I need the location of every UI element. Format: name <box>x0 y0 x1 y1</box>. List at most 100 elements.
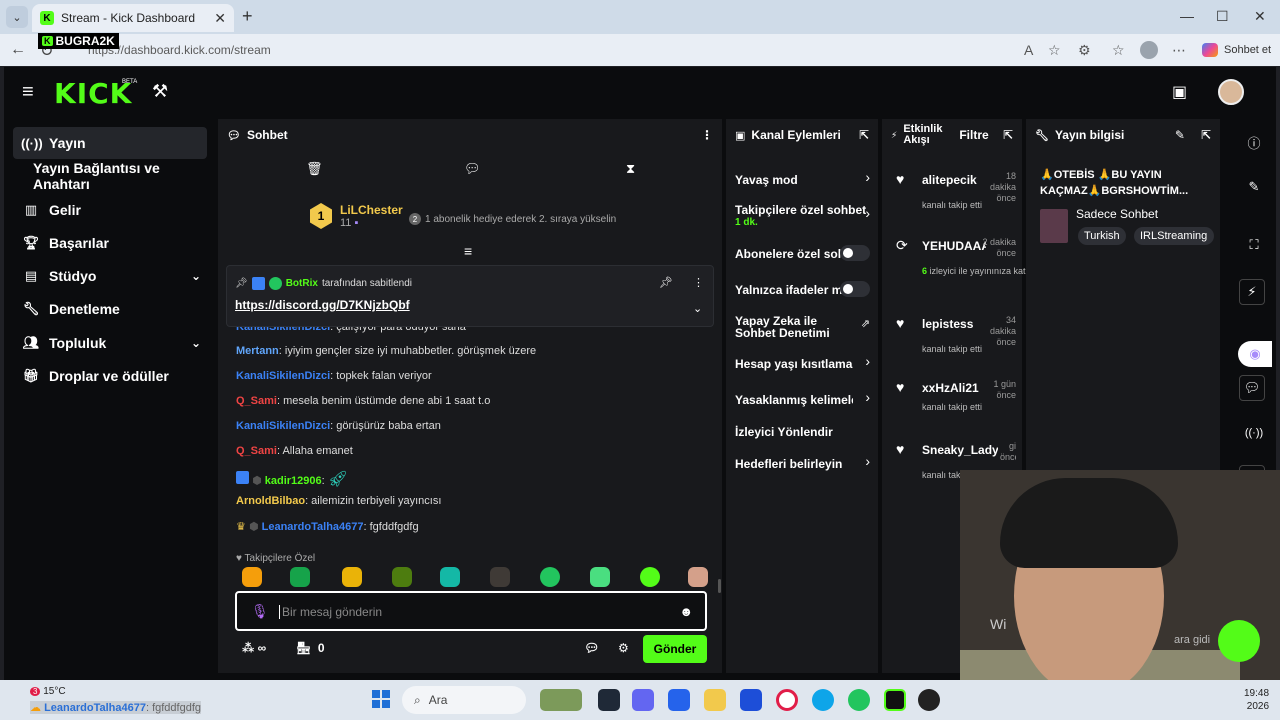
windows-start-icon[interactable] <box>372 690 390 708</box>
action-slow-mode[interactable]: Yavaş mod <box>735 173 869 187</box>
chat-settings-bubble-icon[interactable]: 💬︎ <box>584 641 599 655</box>
back-icon[interactable]: ← <box>10 41 26 59</box>
profile-avatar[interactable] <box>1140 41 1158 59</box>
opera-icon[interactable] <box>776 689 798 711</box>
pinned-link[interactable]: https://discord.gg/D7KNjzbQbf <box>235 298 410 312</box>
emote-icon[interactable] <box>490 567 510 587</box>
mail-icon[interactable] <box>740 689 762 711</box>
pinned-menu-icon[interactable]: ⋮ <box>693 276 704 289</box>
microphone-icon[interactable]: 🎙︎ <box>251 603 269 620</box>
kebab-menu-icon[interactable]: ⋮ <box>701 128 713 142</box>
action-banned-words[interactable]: Yasaklanmış kelimeler <box>735 393 853 407</box>
event-user[interactable]: alitepecik <box>922 173 986 187</box>
favorite-star-icon[interactable]: ☆ <box>1048 42 1061 59</box>
obs-icon[interactable] <box>918 689 940 711</box>
spotify-icon[interactable] <box>848 689 870 711</box>
action-followers-only[interactable]: Takipçilere özel sohbet 1 dk. <box>735 203 869 228</box>
event-user[interactable]: YEHUDAAA <box>922 239 986 253</box>
favorites-icon[interactable]: ☆ <box>1112 42 1125 59</box>
action-goals[interactable]: Hedefleri belirleyin <box>735 457 869 471</box>
emote-icon[interactable] <box>342 567 362 587</box>
edit-icon[interactable]: ✎ <box>1175 128 1185 142</box>
popout-icon[interactable]: ⇱ <box>1003 128 1013 142</box>
external-link-icon[interactable]: ⇗ <box>861 317 870 330</box>
emote-icon[interactable] <box>392 567 412 587</box>
widgets-icon[interactable] <box>540 689 582 711</box>
file-explorer-icon[interactable] <box>704 689 726 711</box>
extensions-icon[interactable]: ⚙ <box>1078 42 1091 59</box>
bolt-icon[interactable]: ⚡︎ <box>1239 279 1265 305</box>
info-icon[interactable]: ⓘ <box>1244 133 1264 152</box>
emote-icon[interactable] <box>688 567 708 587</box>
task-view-icon[interactable] <box>598 689 620 711</box>
taskbar-search[interactable]: ⌕ Ara <box>402 686 526 714</box>
teams-icon[interactable] <box>632 689 654 711</box>
emote-icon[interactable] <box>640 567 660 587</box>
stream-preview-icon[interactable]: ▣ <box>1172 82 1187 102</box>
hammer-icon[interactable]: ⚒ <box>152 81 168 102</box>
chat-bubble-icon[interactable]: 💬︎ <box>1239 375 1265 401</box>
hourglass-icon[interactable]: ⧗ <box>626 161 635 177</box>
sidebar-item-stream-key[interactable]: Yayın Bağlantısı ve Anahtarı <box>13 160 218 192</box>
new-tab-icon[interactable]: + <box>242 6 253 27</box>
settings-gear-icon[interactable]: ⚙ <box>618 641 629 655</box>
chevron-right-icon[interactable]: › <box>865 205 870 221</box>
action-subscribers-only[interactable]: Abonelere özel sohbet <box>735 247 843 261</box>
send-button[interactable]: Gönder <box>643 635 707 663</box>
chevron-right-icon[interactable]: › <box>865 389 870 405</box>
broadcast-icon[interactable]: ((·)) <box>1244 427 1264 439</box>
emote-icon[interactable] <box>540 567 560 587</box>
screenshot-icon[interactable]: ⛶ <box>1244 237 1264 253</box>
chat-mode-icon[interactable]: 💬︎ <box>464 161 481 177</box>
emote-icon[interactable] <box>440 567 460 587</box>
user-avatar[interactable] <box>1218 79 1244 105</box>
event-user[interactable]: lepistess <box>922 317 986 331</box>
emote-icon[interactable] <box>290 567 310 587</box>
store-app-icon[interactable] <box>668 689 690 711</box>
action-account-age[interactable]: Hesap yaşı kısıtlaması <box>735 357 853 371</box>
action-raid[interactable]: İzleyici Yönlendir <box>735 425 869 439</box>
tab-actions-icon[interactable]: ⌄ <box>6 6 28 28</box>
edge-icon[interactable] <box>812 689 834 711</box>
chevron-right-icon[interactable]: › <box>865 169 870 185</box>
chevron-right-icon[interactable]: › <box>865 353 870 369</box>
clock[interactable]: 19:48 2026 <box>1244 687 1269 713</box>
minimize-icon[interactable]: — <box>1180 8 1194 24</box>
top-gifter[interactable]: 1 LiLChester 11 ▪ <box>310 203 403 229</box>
filter-button[interactable]: Filtre <box>959 128 988 142</box>
edit-icon[interactable]: ✎ <box>1244 179 1264 195</box>
weather-widget[interactable]: 3 15°C <box>30 686 66 697</box>
unpin-icon[interactable]: 📌︎ <box>659 276 673 289</box>
close-tab-icon[interactable]: ✕ <box>214 10 226 27</box>
sidebar-item-basarilar[interactable]: 🏆︎ Başarılar <box>13 227 207 259</box>
close-window-icon[interactable]: ✕ <box>1254 8 1266 25</box>
store-indicator[interactable]: 🏪︎ 0 <box>296 641 325 655</box>
emote-icon[interactable] <box>242 567 262 587</box>
kick-app-icon[interactable] <box>884 689 906 711</box>
chevron-down-icon[interactable]: ⌄ <box>693 302 702 315</box>
copilot-icon[interactable] <box>1202 43 1218 57</box>
chat-scrollbar[interactable] <box>718 579 721 593</box>
ai-assistant-icon[interactable]: ◉ <box>1238 341 1272 367</box>
action-emotes-only[interactable]: Yalnızca ifadeler modu <box>735 283 843 297</box>
menu-icon[interactable]: ≡ <box>22 81 34 104</box>
trash-icon[interactable]: 🗑︎ <box>306 161 323 177</box>
read-aloud-icon[interactable]: A <box>1024 42 1033 58</box>
more-icon[interactable]: ⋯ <box>1172 42 1186 59</box>
subscribers-only-toggle[interactable] <box>840 245 870 261</box>
emote-icon[interactable] <box>590 567 610 587</box>
sidebar-item-studyo[interactable]: ▤ Stüdyo ⌄ <box>13 260 207 292</box>
kick-logo[interactable]: KICK <box>54 77 132 110</box>
event-user[interactable]: Sneaky_Lady <box>922 443 998 457</box>
event-user[interactable]: xxHzAli21 <box>922 381 986 395</box>
sidebar-item-denetleme[interactable]: 🔧︎ Denetleme <box>13 293 207 325</box>
popout-icon[interactable]: ⇱ <box>859 128 869 142</box>
sidebar-item-yayin[interactable]: ((·)) Yayın <box>13 127 207 159</box>
emoji-icon[interactable]: ☻ <box>679 604 693 619</box>
collapse-icon[interactable]: ≡ <box>464 243 472 259</box>
popout-icon[interactable]: ⇱ <box>1201 128 1211 142</box>
points-indicator[interactable]: ⁂ ∞ <box>242 641 266 655</box>
chevron-right-icon[interactable]: › <box>865 453 870 469</box>
browser-tab[interactable]: K Stream - Kick Dashboard ✕ <box>32 4 234 32</box>
copilot-label[interactable]: Sohbet et <box>1224 44 1271 56</box>
